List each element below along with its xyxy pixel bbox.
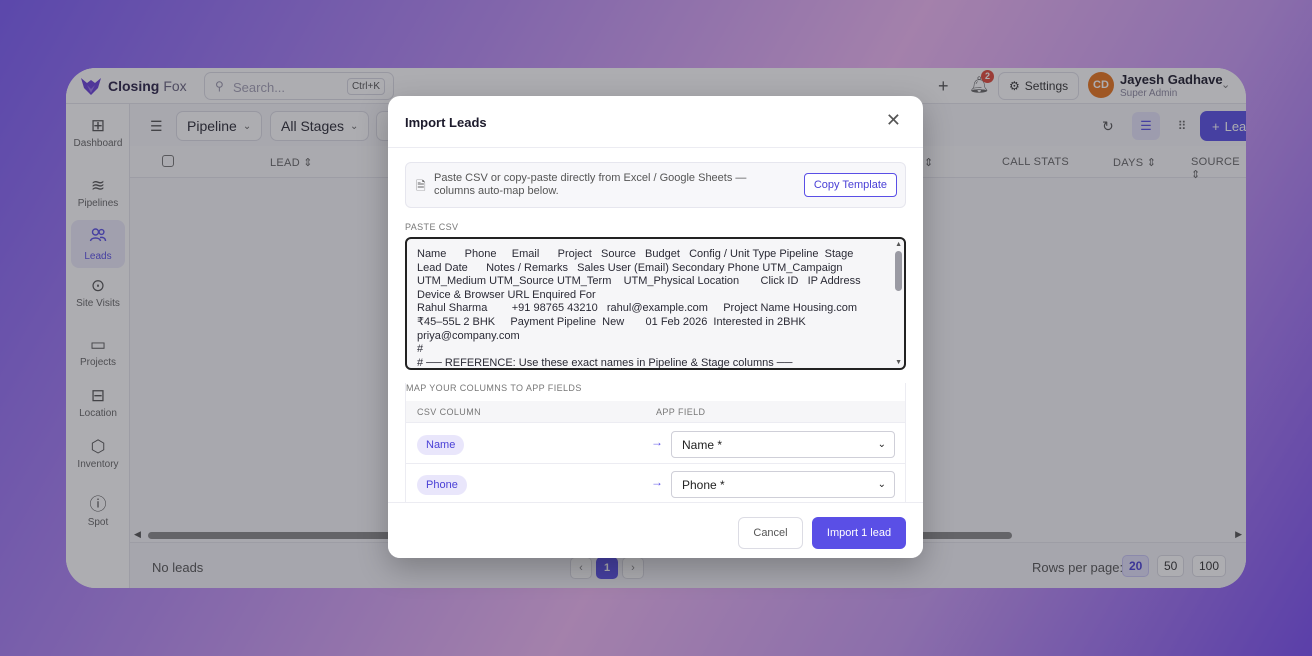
- csv-column-pill: Name: [417, 435, 465, 455]
- csv-column-header: CSV COLUMN: [417, 407, 482, 417]
- map-section-title: MAP YOUR COLUMNS TO APP FIELDS: [406, 383, 582, 393]
- dialog-title: Import Leads: [405, 115, 487, 130]
- chevron-down-icon: ⌄: [877, 479, 886, 490]
- info-text: Paste CSV or copy-paste directly from Ex…: [434, 172, 747, 197]
- app-field-value: Phone *: [682, 478, 725, 492]
- app-field-select[interactable]: Phone * ⌄: [671, 471, 895, 498]
- chevron-down-icon: ⌄: [877, 439, 886, 450]
- import-button[interactable]: Import 1 lead: [812, 517, 906, 549]
- scroll-down-icon[interactable]: ▼: [895, 359, 902, 366]
- cancel-button[interactable]: Cancel: [738, 517, 803, 549]
- mapping-row: Name → Name * ⌄: [406, 424, 905, 464]
- app-field-header: APP FIELD: [656, 407, 706, 417]
- arrow-right-icon: →: [651, 435, 663, 449]
- dialog-footer: Cancel Import 1 lead: [388, 502, 923, 558]
- paste-csv-label: PASTE CSV: [405, 222, 459, 232]
- document-icon: 🗎: [416, 179, 426, 193]
- csv-column-pill: Phone: [417, 475, 467, 495]
- close-icon[interactable]: ✕: [886, 110, 901, 131]
- dialog-header: Import Leads ✕: [388, 96, 923, 148]
- arrow-right-icon: →: [651, 475, 663, 489]
- app-field-select[interactable]: Name * ⌄: [671, 431, 895, 458]
- app-field-value: Name *: [682, 438, 723, 452]
- csv-text: Name Phone Email Project Source Budget C…: [417, 248, 861, 369]
- mapping-header: CSV COLUMN APP FIELD: [406, 401, 905, 423]
- textarea-scrollbar-thumb[interactable]: [895, 251, 902, 291]
- scroll-up-icon[interactable]: ▲: [895, 241, 902, 248]
- csv-textarea[interactable]: Name Phone Email Project Source Budget C…: [405, 237, 906, 370]
- mapping-row: Phone → Phone * ⌄: [406, 464, 905, 504]
- import-leads-dialog: Import Leads ✕ 🗎 Paste CSV or copy-paste…: [388, 96, 923, 558]
- copy-template-button[interactable]: Copy Template: [803, 173, 897, 197]
- column-mapping-table: MAP YOUR COLUMNS TO APP FIELDS CSV COLUM…: [405, 383, 906, 504]
- info-banner: 🗎 Paste CSV or copy-paste directly from …: [405, 162, 906, 208]
